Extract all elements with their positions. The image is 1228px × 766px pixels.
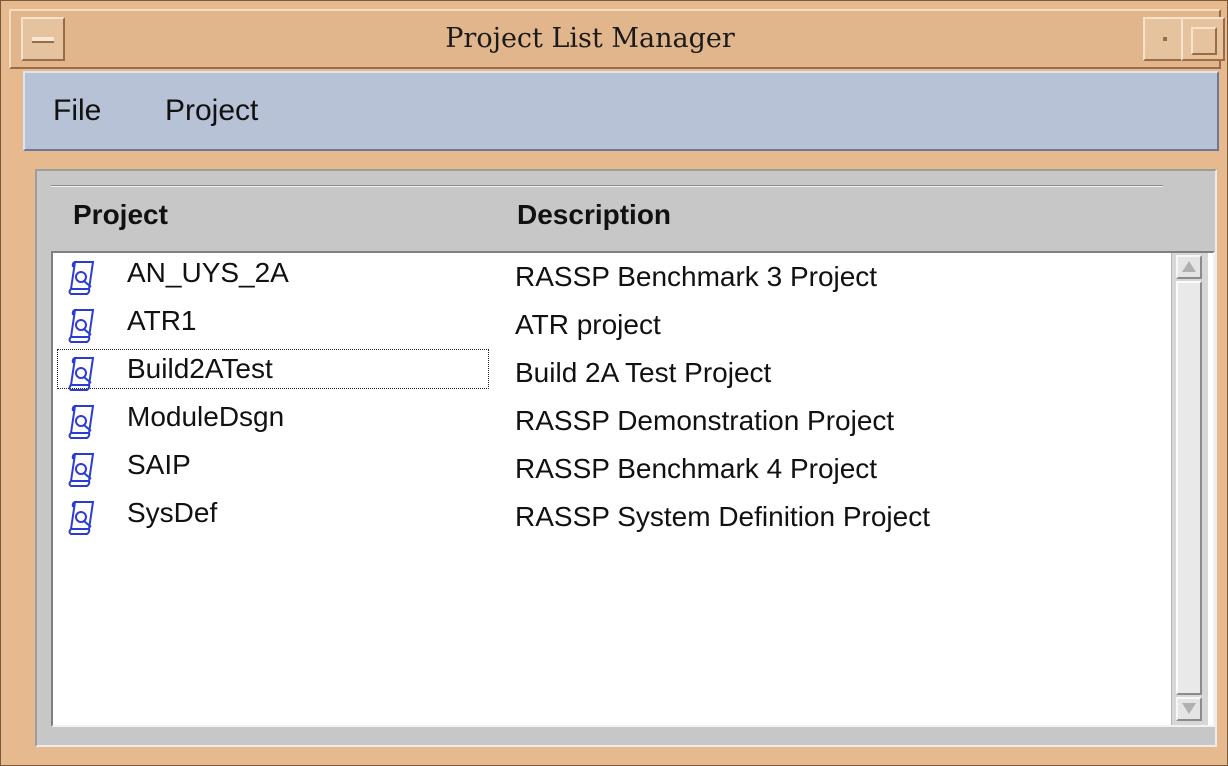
window-menu-icon [32,37,54,43]
column-header-project[interactable]: Project [73,199,168,231]
vertical-scrollbar[interactable] [1171,253,1208,725]
project-description: RASSP Benchmark 3 Project [515,261,878,292]
project-name: ModuleDsgn [127,401,285,432]
scroll-down-arrow-icon[interactable] [1176,697,1202,721]
focus-outline [57,349,489,389]
menu-file[interactable]: File [53,73,101,149]
project-description: Build 2A Test Project [515,357,772,388]
project-description: RASSP System Definition Project [515,501,930,532]
panel-separator [51,185,1163,187]
list-item[interactable]: SysDef RASSP System Definition Project [53,493,1163,541]
project-description: RASSP Benchmark 4 Project [515,453,878,484]
title-bar[interactable]: Project List Manager [9,9,1225,69]
project-name: AN_UYS_2A [127,257,289,288]
project-scroll-icon [68,453,95,487]
project-list: AN_UYS_2A RASSP Benchmark 3 Project ATR1… [51,251,1215,727]
project-scroll-icon [68,357,95,391]
list-item[interactable]: SAIP RASSP Benchmark 4 Project [53,445,1163,493]
list-item[interactable]: ATR1 ATR project [53,301,1163,349]
scroll-up-arrow-icon[interactable] [1176,255,1202,279]
list-item[interactable]: AN_UYS_2A RASSP Benchmark 3 Project [53,253,1163,301]
list-item-focused[interactable]: Build2ATest Build 2A Test Project [53,349,1163,397]
project-list-panel: Project Description AN_UYS_2A RASSP Benc… [35,169,1217,747]
project-scroll-icon [68,405,95,439]
project-description: RASSP Demonstration Project [515,405,895,436]
project-name: SysDef [127,497,218,528]
column-header-description[interactable]: Description [517,199,671,231]
project-name: SAIP [127,449,191,480]
project-description: ATR project [515,309,661,340]
project-list-manager-window: Project List Manager File Project Projec… [0,0,1228,766]
project-scroll-icon [68,261,95,295]
maximize-button[interactable] [1181,17,1225,61]
list-item[interactable]: ModuleDsgn RASSP Demonstration Project [53,397,1163,445]
menu-project[interactable]: Project [165,73,258,149]
menu-bar: File Project [23,71,1219,151]
window-title: Project List Manager [445,23,735,54]
project-name: ATR1 [127,305,197,336]
project-scroll-icon [68,309,95,343]
window-menu-button[interactable] [21,17,65,61]
project-name: Build2ATest [127,353,273,384]
minimize-icon [1163,37,1167,41]
maximize-icon [1191,27,1217,55]
scroll-thumb[interactable] [1176,281,1202,695]
project-scroll-icon [68,501,95,535]
